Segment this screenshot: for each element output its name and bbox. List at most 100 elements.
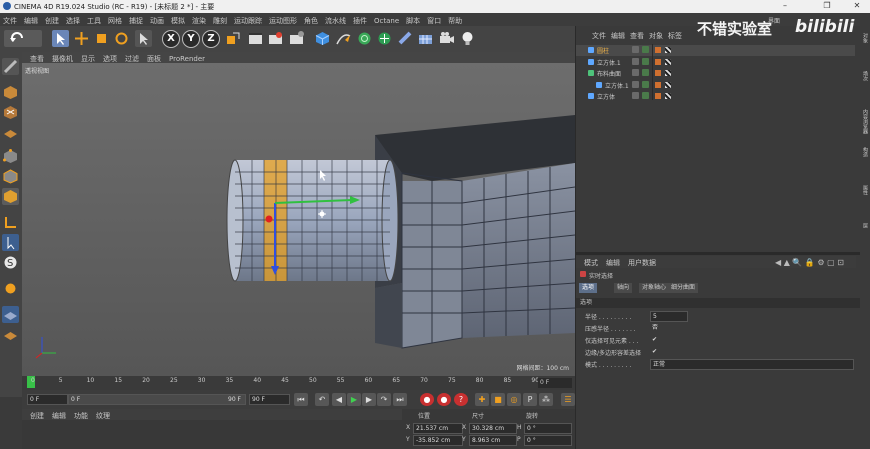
object-row[interactable]: 立方体.1 <box>576 80 855 91</box>
phong-tag-icon[interactable] <box>655 81 661 88</box>
menu-item-4[interactable]: 工具 <box>87 16 101 26</box>
go-to-start-icon[interactable]: ⏮ <box>294 393 308 406</box>
attribute-tab-0[interactable]: 选项 <box>579 283 598 293</box>
pen-spline-icon[interactable] <box>335 30 352 47</box>
rotate-tool-icon[interactable] <box>113 30 130 47</box>
render-flag-icon[interactable] <box>642 57 649 65</box>
close-icon[interactable]: ✕ <box>850 1 864 10</box>
object-row[interactable]: 立方体 <box>576 91 855 102</box>
light-icon[interactable] <box>459 30 476 47</box>
menu-item-14[interactable]: 流水线 <box>325 16 346 26</box>
visibility-flag-icon[interactable] <box>632 92 639 99</box>
right-tab-5[interactable]: 层 <box>861 223 869 228</box>
maximize-icon[interactable]: ❐ <box>820 1 834 10</box>
material-tag-icon[interactable] <box>665 58 671 65</box>
sculpt-icon[interactable] <box>2 280 19 297</box>
coordinate-system-icon[interactable] <box>224 30 241 47</box>
rotation-field[interactable]: 0 ° <box>524 435 572 446</box>
object-row[interactable]: 布料曲面 <box>576 68 855 79</box>
scale-key-icon[interactable]: ■ <box>491 393 505 406</box>
menu-item-0[interactable]: 文件 <box>3 16 17 26</box>
phong-tag-icon[interactable] <box>655 58 661 65</box>
minimize-icon[interactable]: – <box>778 1 792 10</box>
panel-splitter[interactable] <box>576 252 860 255</box>
material-manager-area[interactable] <box>22 420 402 449</box>
menu-item-19[interactable]: 帮助 <box>448 16 462 26</box>
menu-item-16[interactable]: Octane <box>374 17 399 25</box>
position-key-icon[interactable]: ✚ <box>475 393 489 406</box>
points-mode-icon[interactable] <box>2 148 19 165</box>
size-field[interactable]: 30.328 cm <box>469 423 517 434</box>
object-row[interactable]: 圆柱 <box>576 45 855 56</box>
attribute-tab-3[interactable]: 细分曲面 <box>668 283 699 293</box>
render-flag-icon[interactable] <box>642 69 649 76</box>
menu-item-8[interactable]: 模拟 <box>171 16 185 26</box>
z-axis-lock-button[interactable]: Z <box>202 30 220 48</box>
scale-tool-icon[interactable] <box>93 30 110 47</box>
current-frame-field[interactable]: 0 F <box>538 378 572 388</box>
deformer-icon[interactable] <box>397 30 414 47</box>
object-name[interactable]: 立方体.1 <box>597 58 621 67</box>
cube-object-icon[interactable] <box>314 30 331 47</box>
workplane-lock-icon[interactable] <box>2 306 19 323</box>
menu-item-7[interactable]: 动画 <box>150 16 164 26</box>
next-frame-icon[interactable]: ▶ <box>362 393 376 406</box>
object-name[interactable]: 布料曲面 <box>597 69 621 78</box>
param-value[interactable]: ✔ <box>650 347 657 356</box>
param-value[interactable]: ✔ <box>650 335 657 344</box>
make-editable-icon[interactable] <box>2 58 19 75</box>
previous-key-icon[interactable]: ↶ <box>315 393 329 406</box>
menu-item-5[interactable]: 网格 <box>108 16 122 26</box>
menu-item-13[interactable]: 角色 <box>304 16 318 26</box>
render-flag-icon[interactable] <box>642 80 649 88</box>
menu-item-3[interactable]: 选择 <box>66 16 80 26</box>
rotation-field[interactable]: 0 ° <box>524 423 572 434</box>
attribute-nav-icons[interactable]: ◀ ▲ 🔍 🔒 ⚙ ▢ ⊡ <box>775 258 844 267</box>
visibility-flag-icon[interactable] <box>632 69 639 76</box>
start-frame-field[interactable]: 0 F <box>27 394 68 405</box>
visibility-flag-icon[interactable] <box>632 46 639 53</box>
previous-frame-icon[interactable]: ◀ <box>332 393 346 406</box>
workplane-icon[interactable] <box>2 124 19 141</box>
floor-icon[interactable] <box>417 30 434 47</box>
menu-item-15[interactable]: 插件 <box>353 16 367 26</box>
next-key-icon[interactable]: ↷ <box>377 393 391 406</box>
object-menu-item-3[interactable]: 对象 <box>649 31 663 41</box>
polygons-mode-icon[interactable] <box>2 188 19 205</box>
menu-item-10[interactable]: 雕刻 <box>213 16 227 26</box>
snap-icon[interactable]: S <box>2 254 19 271</box>
position-field[interactable]: 21.537 cm <box>413 423 463 434</box>
subdivision-surface-icon[interactable] <box>356 30 373 47</box>
undo-button[interactable] <box>4 30 42 47</box>
tweak-mode-icon[interactable] <box>2 234 19 251</box>
size-field[interactable]: 8.963 cm <box>469 435 517 446</box>
render-flag-icon[interactable] <box>642 46 649 53</box>
attribute-tab-2[interactable]: 对象轴心 <box>639 283 670 293</box>
phong-tag-icon[interactable] <box>655 93 661 99</box>
menu-item-18[interactable]: 窗口 <box>427 16 441 26</box>
right-tab-0[interactable]: 对象 <box>861 33 869 43</box>
material-tag-icon[interactable] <box>665 47 671 53</box>
record-icon[interactable]: ● <box>420 393 434 406</box>
object-menu-item-0[interactable]: 文件 <box>592 31 606 41</box>
object-menu-item-2[interactable]: 查看 <box>630 31 644 41</box>
select-tool-icon[interactable] <box>52 30 69 47</box>
right-tab-2[interactable]: 内容浏览器 <box>861 109 869 134</box>
attribute-menu-item-0[interactable]: 模式 <box>584 258 598 268</box>
object-menu-item-1[interactable]: 编辑 <box>611 31 625 41</box>
menu-item-11[interactable]: 运动跟踪 <box>234 16 262 26</box>
right-tab-3[interactable]: 构造 <box>861 147 869 157</box>
object-menu-item-4[interactable]: 标签 <box>668 31 682 41</box>
menu-item-17[interactable]: 脚本 <box>406 16 420 26</box>
param-value[interactable]: 正常 <box>650 359 854 370</box>
end-frame-field[interactable]: 90 F <box>249 394 290 405</box>
visibility-flag-icon[interactable] <box>632 80 639 88</box>
timeline-window-icon[interactable]: ☰ <box>561 393 575 406</box>
frame-range-slider[interactable]: 0 F 90 F <box>68 394 246 405</box>
material-tag-icon[interactable] <box>665 70 671 76</box>
menu-item-2[interactable]: 创建 <box>45 16 59 26</box>
camera-icon[interactable] <box>438 30 455 47</box>
phong-tag-icon[interactable] <box>655 47 661 53</box>
menu-item-6[interactable]: 捕捉 <box>129 16 143 26</box>
texture-mode-icon[interactable] <box>2 104 19 121</box>
